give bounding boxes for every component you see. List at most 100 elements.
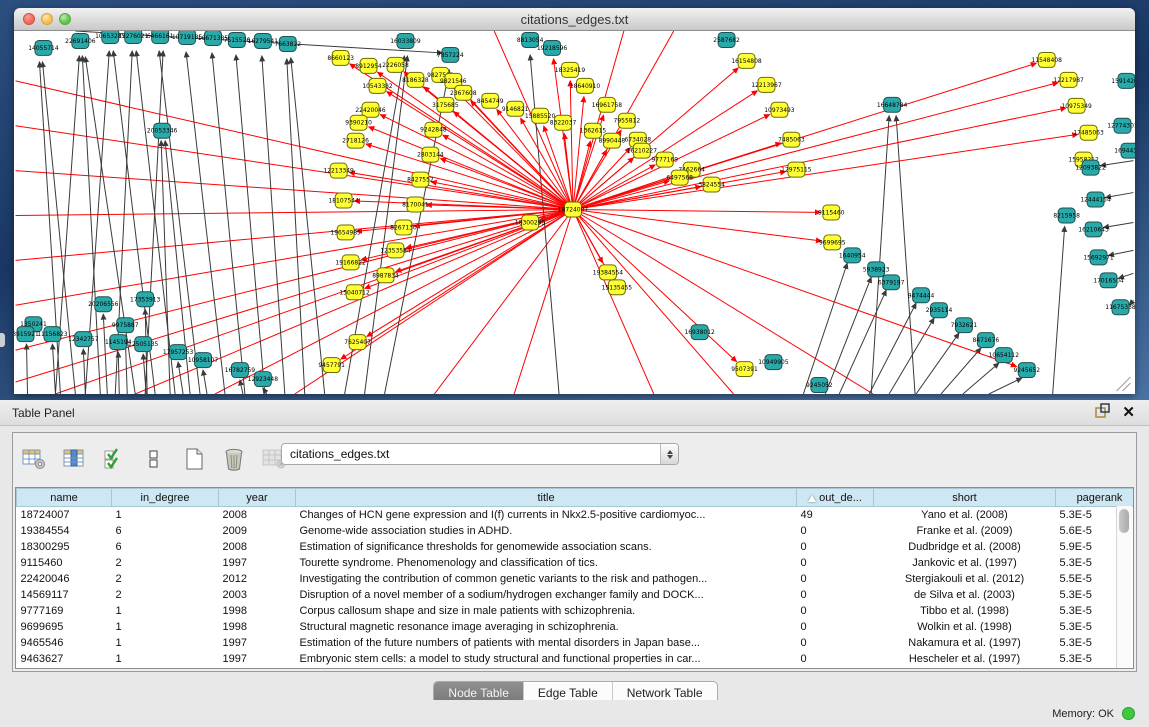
- cell-short: de Silva et al. (2003): [874, 587, 1056, 603]
- cell-year: 1997: [219, 651, 296, 667]
- graph-node-label: 19166822: [335, 259, 366, 266]
- graph-node-label: 2935114: [926, 307, 953, 314]
- table-settings-button[interactable]: [21, 446, 47, 472]
- graph-node-label: 8267130: [390, 224, 417, 231]
- graph-node-label: 7485063: [778, 137, 805, 144]
- graph-node-label: 2587682: [713, 37, 740, 44]
- graph-node-label: 2803144: [417, 152, 444, 159]
- network-window-titlebar[interactable]: citations_edges.txt: [14, 8, 1135, 31]
- cell-out_degree: 0: [797, 635, 874, 651]
- cell-in_degree: 1: [112, 603, 219, 619]
- cell-title: Embryonic stem cells: a model to study s…: [296, 651, 797, 667]
- graph-node-label: 7932621: [951, 322, 978, 329]
- select-columns-button[interactable]: [101, 446, 127, 472]
- graph-node-label: 20206556: [88, 301, 119, 308]
- graph-node-label: 10654112: [989, 352, 1020, 359]
- graph-node-label: 11675338: [1105, 304, 1135, 311]
- graph-node-label: 17957253: [163, 349, 194, 356]
- graph-node-label: 1640954: [839, 252, 866, 259]
- new-file-button[interactable]: [181, 446, 207, 472]
- table-row[interactable]: 2242004622012Investigating the contribut…: [17, 571, 1135, 587]
- graph-node-label: 12342757: [68, 336, 99, 343]
- graph-node-label: 12213967: [751, 82, 782, 89]
- cell-in_degree: 1: [112, 651, 219, 667]
- graph-node-label: 10958107: [188, 357, 219, 364]
- cell-year: 2008: [219, 507, 296, 524]
- cell-in_degree: 1: [112, 507, 219, 524]
- float-panel-icon[interactable]: [1095, 403, 1110, 423]
- graph-node-label: 10949905: [758, 359, 789, 366]
- memory-status-indicator: [1122, 707, 1135, 720]
- column-header-name[interactable]: name: [17, 489, 112, 507]
- desktop-background: citations_edges.txt 18724007866012389129…: [0, 0, 1149, 400]
- table-row[interactable]: 1456911722003Disruption of a novel membe…: [17, 587, 1135, 603]
- cell-short: Yano et al. (2008): [874, 507, 1056, 524]
- table-row[interactable]: 1872400712008Changes of HCN gene express…: [17, 507, 1135, 524]
- scrollbar-thumb[interactable]: [1119, 509, 1129, 533]
- show-column-button[interactable]: [61, 446, 87, 472]
- column-header-year[interactable]: year: [219, 489, 296, 507]
- cell-name: 9699695: [17, 619, 112, 635]
- table-vertical-scrollbar[interactable]: [1116, 506, 1132, 668]
- graph-node-label: 9975887: [112, 322, 139, 329]
- cell-in_degree: 1: [112, 619, 219, 635]
- cell-short: Hescheler et al. (1997): [874, 651, 1056, 667]
- window-resize-grip[interactable]: [1117, 377, 1131, 391]
- graph-node-label: 7663822: [274, 41, 301, 48]
- cell-out_degree: 0: [797, 555, 874, 571]
- table-row[interactable]: 911546021997Tourette syndrome. Phenomeno…: [17, 555, 1135, 571]
- graph-node-label: 9777169: [651, 157, 678, 164]
- graph-node-label: 6734028: [625, 137, 652, 144]
- cell-year: 2009: [219, 523, 296, 539]
- cell-out_degree: 0: [797, 651, 874, 667]
- column-header-in_degree[interactable]: in_degree: [112, 489, 219, 507]
- column-header-short[interactable]: short: [874, 489, 1056, 507]
- row-height-button[interactable]: [141, 446, 167, 472]
- graph-node-label: 8170041: [402, 202, 429, 209]
- column-header-title[interactable]: title: [296, 489, 797, 507]
- graph-node-label: 20053346: [147, 128, 178, 135]
- table-row[interactable]: 946362711997Embryonic stem cells: a mode…: [17, 651, 1135, 667]
- cell-short: Stergiakouli et al. (2012): [874, 571, 1056, 587]
- graph-node-label: 9242848: [420, 127, 447, 134]
- graph-node-label: 16782759: [225, 367, 256, 374]
- window-title: citations_edges.txt: [14, 12, 1135, 27]
- cell-in_degree: 6: [112, 523, 219, 539]
- cell-title: Disruption of a novel member of a sodium…: [296, 587, 797, 603]
- column-header-out_degree[interactable]: out_de...: [797, 489, 874, 507]
- table-row[interactable]: 946554611997Estimation of the future num…: [17, 635, 1135, 651]
- cell-name: 22420046: [17, 571, 112, 587]
- cell-in_degree: 2: [112, 555, 219, 571]
- cell-year: 1998: [219, 603, 296, 619]
- graph-node-label: 15276021: [118, 33, 149, 40]
- cell-title: Changes of HCN gene expression and I(f) …: [296, 507, 797, 524]
- graph-node-label: 18300295: [515, 219, 546, 226]
- graph-node-label: 11156823: [37, 331, 68, 338]
- graph-node-label: 16961758: [592, 102, 623, 109]
- cell-in_degree: 1: [112, 635, 219, 651]
- table-row[interactable]: 977716911998Corpus callosum shape and si…: [17, 603, 1135, 619]
- graph-node-label: 14055714: [28, 45, 59, 52]
- cell-year: 1998: [219, 619, 296, 635]
- graph-node-label: 6379197: [878, 279, 905, 286]
- cell-short: Nakamura et al. (1997): [874, 635, 1056, 651]
- cell-short: Dudbridge et al. (2008): [874, 539, 1056, 555]
- graph-node-label: 11548408: [1032, 57, 1063, 64]
- table-select-dropdown[interactable]: citations_edges.txt: [281, 443, 679, 465]
- graph-node-label: 15692971: [1083, 254, 1114, 261]
- table-row[interactable]: 1938455462009Genome-wide association stu…: [17, 523, 1135, 539]
- network-canvas[interactable]: 1872400786601238912954222605898275081054…: [14, 31, 1135, 394]
- node-table[interactable]: namein_degreeyeartitleout_de...shortpage…: [15, 487, 1134, 669]
- cell-year: 2003: [219, 587, 296, 603]
- table-row[interactable]: 1830029562008Estimation of significance …: [17, 539, 1135, 555]
- splitter-handle[interactable]: [0, 333, 5, 347]
- graph-node-label: 22691406: [65, 38, 96, 45]
- column-header-pagerank[interactable]: pagerank: [1056, 489, 1135, 507]
- table-row[interactable]: 969969511998Structural magnetic resonanc…: [17, 619, 1135, 635]
- graph-node-label: 12774301: [1107, 123, 1135, 130]
- graph-node-label: 2226058: [382, 62, 409, 69]
- graph-node-label: 3175685: [432, 102, 459, 109]
- graph-node-label: 9245052: [806, 382, 833, 389]
- delete-button[interactable]: [221, 446, 247, 472]
- close-panel-icon[interactable]: ✕: [1122, 405, 1135, 420]
